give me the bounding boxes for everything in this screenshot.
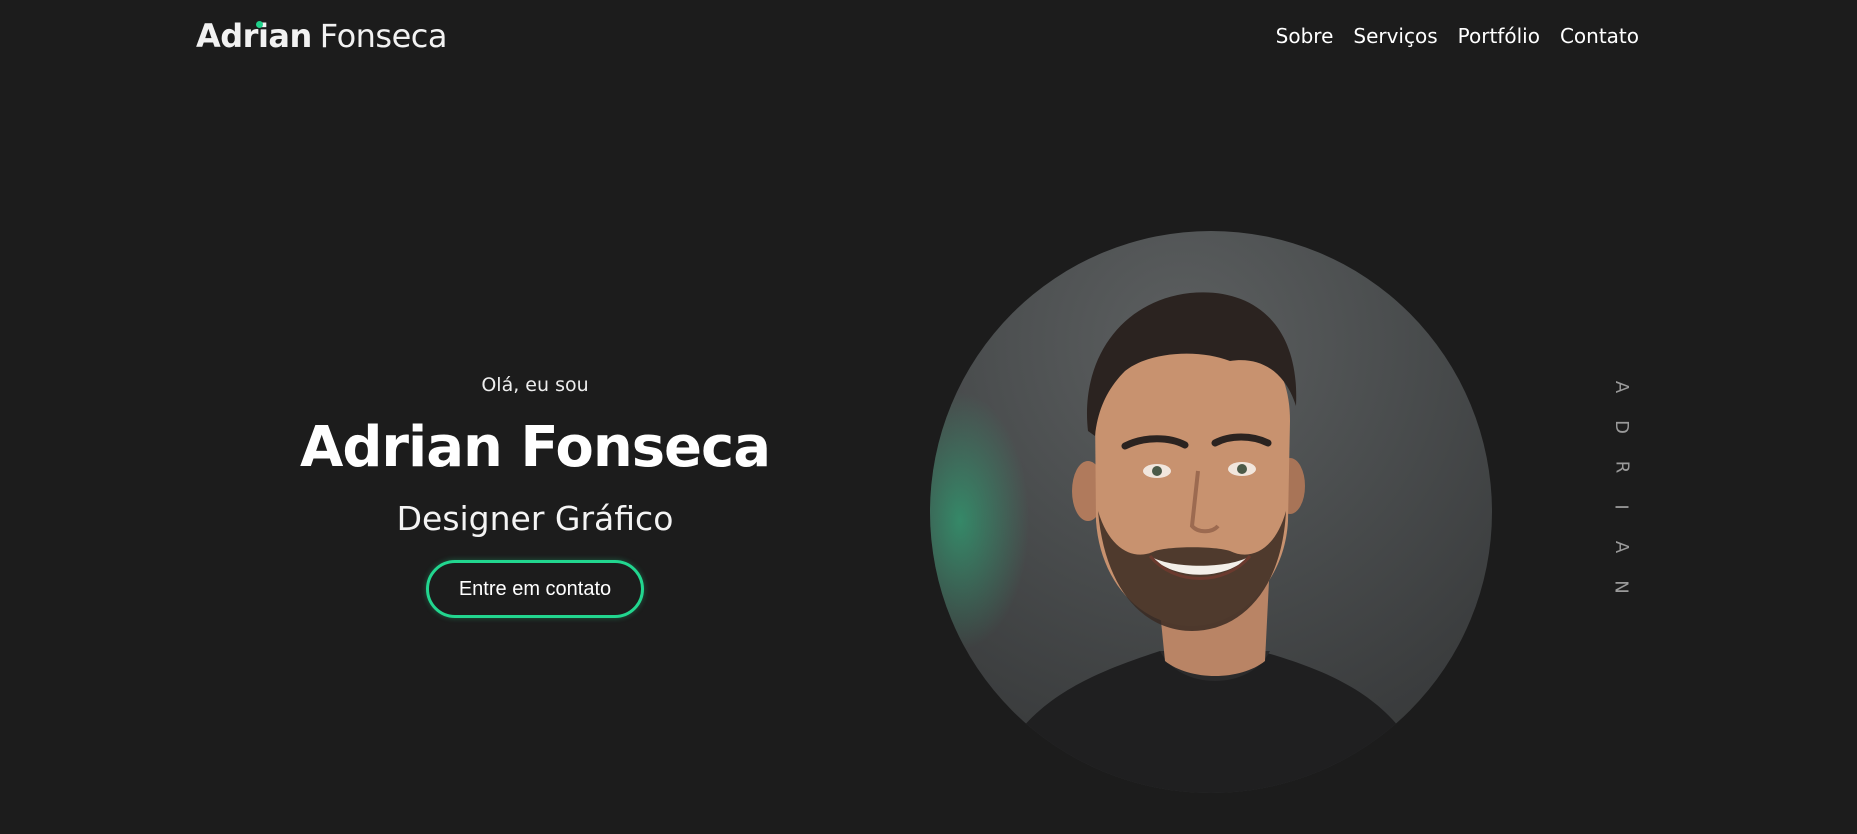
portrait-photo — [930, 231, 1492, 793]
contact-button[interactable]: Entre em contato — [426, 560, 644, 618]
hero-name: Adrian Fonseca — [299, 415, 771, 480]
hero-intro: Olá, eu sou Adrian Fonseca Designer Gráf… — [230, 365, 840, 618]
nav-link-contato[interactable]: Contato — [1560, 22, 1639, 50]
nav-link-portfolio[interactable]: Portfólio — [1458, 22, 1540, 50]
logo-accent-dot — [256, 21, 263, 28]
hero-role: Designer Gráfico — [396, 499, 674, 538]
person-illustration — [990, 292, 1430, 793]
side-letter: A — [1610, 380, 1632, 394]
side-letter: D — [1611, 420, 1632, 434]
main-nav: Sobre Serviços Portfólio Contato — [1276, 22, 1639, 50]
side-letter: A — [1610, 540, 1632, 554]
side-letter: R — [1610, 460, 1632, 474]
side-letter: I — [1611, 504, 1632, 510]
logo-last-name: Fonseca — [319, 17, 448, 55]
hero-greeting: Olá, eu sou — [481, 374, 589, 396]
vertical-name-text: A D R I A N — [1608, 378, 1634, 596]
page: Adrian Fonseca Sobre Serviços Portfólio C… — [0, 0, 1857, 834]
nav-link-servicos[interactable]: Serviços — [1353, 22, 1437, 50]
side-letter: N — [1611, 580, 1632, 594]
nav-link-sobre[interactable]: Sobre — [1276, 22, 1334, 50]
logo[interactable]: Adrian Fonseca — [196, 16, 447, 56]
logo-first-name: Adrian — [196, 17, 312, 55]
